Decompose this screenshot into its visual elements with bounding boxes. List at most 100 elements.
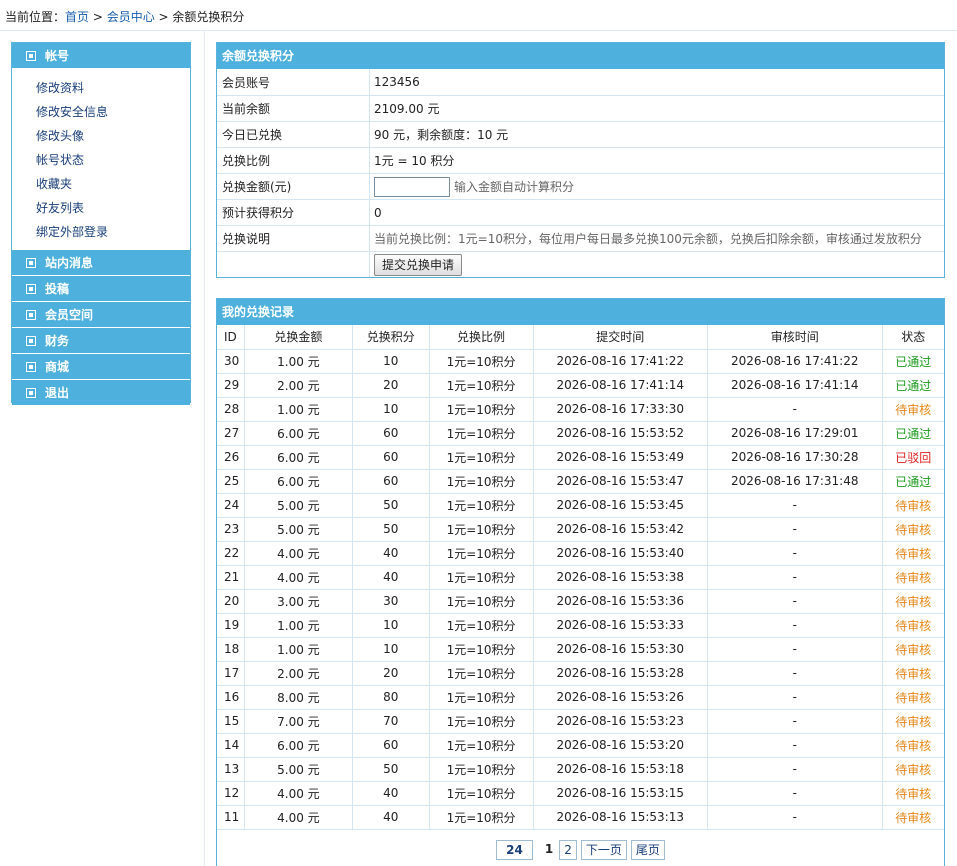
exchange-records-panel: 我的兑换记录 ID 兑换金额 兑换积分 兑换比例 提交时间 审核时间 状态 30… xyxy=(216,298,945,866)
form-label: 预计获得积分 xyxy=(217,200,370,225)
record-amount: 8.00 元 xyxy=(244,685,353,710)
record-review-time: - xyxy=(707,517,883,542)
record-id: 13 xyxy=(217,757,245,782)
record-status: 待审核 xyxy=(882,685,944,710)
record-status: 已通过 xyxy=(882,373,944,398)
breadcrumb-separator: > xyxy=(89,10,107,24)
record-status: 待审核 xyxy=(882,397,944,422)
breadcrumb-member-center-link[interactable]: 会员中心 xyxy=(107,10,155,24)
sidebar-section-messages[interactable]: 站内消息 xyxy=(12,250,190,276)
record-amount: 1.00 元 xyxy=(244,637,353,662)
amount-cell: 输入金额自动计算积分 xyxy=(370,174,574,199)
record-review-time: - xyxy=(707,541,883,566)
record-amount: 1.00 元 xyxy=(244,397,353,422)
record-points: 60 xyxy=(352,421,430,446)
section-square-icon xyxy=(26,283,36,294)
record-ratio: 1元=10积分 xyxy=(429,445,534,470)
record-amount: 3.00 元 xyxy=(244,589,353,614)
sidebar-section-shop[interactable]: 商城 xyxy=(12,354,190,380)
record-status: 待审核 xyxy=(882,781,944,806)
record-status: 待审核 xyxy=(882,565,944,590)
record-ratio: 1元=10积分 xyxy=(429,805,534,830)
sidebar-item-security-info[interactable]: 修改安全信息 xyxy=(36,100,190,124)
record-submit-time: 2026-08-16 15:53:40 xyxy=(533,541,709,566)
records-table: ID 兑换金额 兑换积分 兑换比例 提交时间 审核时间 状态 30 1.00 元1… xyxy=(217,325,944,830)
record-id: 17 xyxy=(217,661,245,686)
header-divider xyxy=(0,30,957,31)
pagination-page-2[interactable]: 2 xyxy=(559,839,577,860)
sidebar-section-finance[interactable]: 财务 xyxy=(12,328,190,354)
table-row: 21 4.00 元 40 1元=10积分 2026-08-16 15:53:38- 待审核 xyxy=(217,565,944,590)
sidebar-section-account[interactable]: 帐号 xyxy=(12,43,190,69)
record-id: 24 xyxy=(217,493,245,518)
record-amount: 6.00 元 xyxy=(244,421,353,446)
today-exchanged-value: 90 元，剩余额度：10 元 xyxy=(374,128,509,142)
breadcrumb-prefix: 当前位置： xyxy=(5,10,66,24)
sidebar-section-label: 财务 xyxy=(45,334,70,348)
record-points: 40 xyxy=(352,805,430,830)
sidebar-section-label: 商城 xyxy=(45,360,70,374)
amount-input[interactable] xyxy=(374,176,450,197)
sidebar-section-logout[interactable]: 退出 xyxy=(12,380,190,406)
table-row: 29 2.00 元 20 1元=10积分 2026-08-16 17:41:14 2026… xyxy=(217,373,944,398)
form-label: 兑换说明 xyxy=(217,226,370,251)
record-status: 待审核 xyxy=(882,589,944,614)
table-row: 13 5.00 元 50 1元=10积分 2026-08-16 15:53:18- 待审核 xyxy=(217,757,944,782)
form-row-amount: 兑换金额(元) 输入金额自动计算积分 xyxy=(217,173,944,199)
exchange-form: 会员账号 123456 当前余额 2109.00 元 今日已兑换 90 元，剩余… xyxy=(217,69,944,277)
breadcrumb-separator: > xyxy=(154,10,173,24)
sidebar-item-edit-profile[interactable]: 修改资料 xyxy=(36,76,190,100)
column-header: 兑换金额 xyxy=(244,325,353,350)
sidebar-section-submit[interactable]: 投稿 xyxy=(12,276,190,302)
record-submit-time: 2026-08-16 15:53:36 xyxy=(533,589,709,614)
form-label-empty xyxy=(217,252,370,277)
record-amount: 4.00 元 xyxy=(244,565,353,590)
record-points: 60 xyxy=(352,733,430,758)
form-label: 兑换金额(元) xyxy=(217,174,370,199)
sidebar-item-favorites[interactable]: 收藏夹 xyxy=(36,172,190,196)
sidebar-item-avatar[interactable]: 修改头像 xyxy=(36,124,190,148)
record-id: 30 xyxy=(217,349,245,374)
record-points: 10 xyxy=(352,637,430,662)
record-id: 23 xyxy=(217,517,245,542)
record-points: 50 xyxy=(352,493,430,518)
record-id: 19 xyxy=(217,613,245,638)
sidebar-section-label: 退出 xyxy=(45,386,70,400)
pagination-current-page: 1 xyxy=(544,841,554,856)
record-points: 10 xyxy=(352,349,430,374)
record-amount: 1.00 元 xyxy=(244,613,353,638)
record-ratio: 1元=10积分 xyxy=(429,397,534,422)
pagination-last[interactable]: 尾页 xyxy=(630,839,665,860)
form-row-account: 会员账号 123456 xyxy=(217,69,944,95)
breadcrumb-home-link[interactable]: 首页 xyxy=(65,10,89,24)
form-label: 会员账号 xyxy=(217,69,370,95)
table-row: 25 6.00 元 60 1元=10积分 2026-08-16 15:53:47 2026… xyxy=(217,469,944,494)
record-amount: 5.00 元 xyxy=(244,493,353,518)
record-ratio: 1元=10积分 xyxy=(429,661,534,686)
record-submit-time: 2026-08-16 15:53:23 xyxy=(533,709,709,734)
sidebar-item-friends[interactable]: 好友列表 xyxy=(36,196,190,220)
record-points: 60 xyxy=(352,445,430,470)
pagination-next[interactable]: 下一页 xyxy=(580,839,627,860)
record-points: 80 xyxy=(352,685,430,710)
records-body: 30 1.00 元 10 1元=10积分 2026-08-16 17:41:22 2026… xyxy=(217,349,944,830)
sidebar-item-account-status[interactable]: 帐号状态 xyxy=(36,148,190,172)
record-amount: 6.00 元 xyxy=(244,445,353,470)
estimated-points-value: 0 xyxy=(374,205,382,220)
record-status: 待审核 xyxy=(882,805,944,830)
submit-exchange-button[interactable]: 提交兑换申请 xyxy=(374,253,463,276)
section-square-icon xyxy=(26,387,36,398)
sidebar-section-label: 投稿 xyxy=(45,282,70,296)
record-points: 20 xyxy=(352,373,430,398)
sidebar-section-member-space[interactable]: 会员空间 xyxy=(12,302,190,328)
record-id: 21 xyxy=(217,565,245,590)
table-row: 19 1.00 元 10 1元=10积分 2026-08-16 15:53:33- 待审核 xyxy=(217,613,944,638)
record-points: 10 xyxy=(352,613,430,638)
record-submit-time: 2026-08-16 15:53:13 xyxy=(533,805,709,830)
record-review-time: - xyxy=(707,757,883,782)
record-amount: 4.00 元 xyxy=(244,805,353,830)
sidebar-item-external-login[interactable]: 绑定外部登录 xyxy=(36,220,190,244)
record-submit-time: 2026-08-16 15:53:45 xyxy=(533,493,709,518)
record-ratio: 1元=10积分 xyxy=(429,685,534,710)
record-review-time: - xyxy=(707,805,883,830)
